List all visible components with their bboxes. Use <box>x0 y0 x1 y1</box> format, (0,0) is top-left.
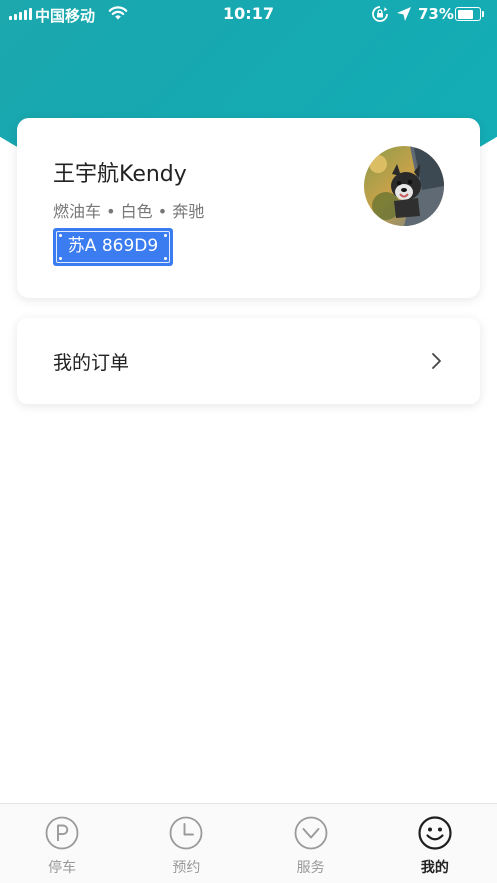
tab-parking-label: 停车 <box>48 860 77 876</box>
profile-card[interactable]: 王宇航Kendy 燃油车 • 白色 • 奔驰 苏A 869D9 <box>17 118 480 298</box>
tab-bar: 停车 预约 服务 我的 <box>0 803 497 883</box>
battery-icon <box>455 7 485 21</box>
clock-icon <box>169 816 203 850</box>
tab-reservation-label: 预约 <box>172 860 201 876</box>
smiley-icon <box>418 816 452 850</box>
location-arrow-icon <box>396 6 412 26</box>
chevron-right-icon <box>432 353 441 369</box>
battery-percent: 73% <box>418 5 454 23</box>
tab-mine-label: 我的 <box>420 860 449 876</box>
tab-parking[interactable]: 停车 <box>0 804 124 883</box>
avatar[interactable] <box>364 146 444 226</box>
tab-mine[interactable]: 我的 <box>373 804 497 883</box>
license-plate: 苏A 869D9 <box>53 228 173 266</box>
tab-service[interactable]: 服务 <box>249 804 373 883</box>
my-orders-label: 我的订单 <box>53 352 130 374</box>
avatar-photo-icon <box>364 146 444 226</box>
profile-screen: 中国移动 10:17 73% 王宇航Kendy 燃油车 • 白色 • 奔驰 苏A… <box>0 0 497 883</box>
parking-icon <box>45 816 79 850</box>
tab-reservation[interactable]: 预约 <box>124 804 248 883</box>
rotation-lock-icon <box>371 5 389 27</box>
car-info: 燃油车 • 白色 • 奔驰 <box>53 202 205 221</box>
chevron-down-circle-icon <box>294 816 328 850</box>
tab-service-label: 服务 <box>296 860 325 876</box>
user-name: 王宇航Kendy <box>53 162 187 187</box>
license-plate-number: 苏A 869D9 <box>67 236 159 256</box>
my-orders-row[interactable]: 我的订单 <box>17 318 480 404</box>
status-bar: 中国移动 10:17 73% <box>0 0 497 30</box>
